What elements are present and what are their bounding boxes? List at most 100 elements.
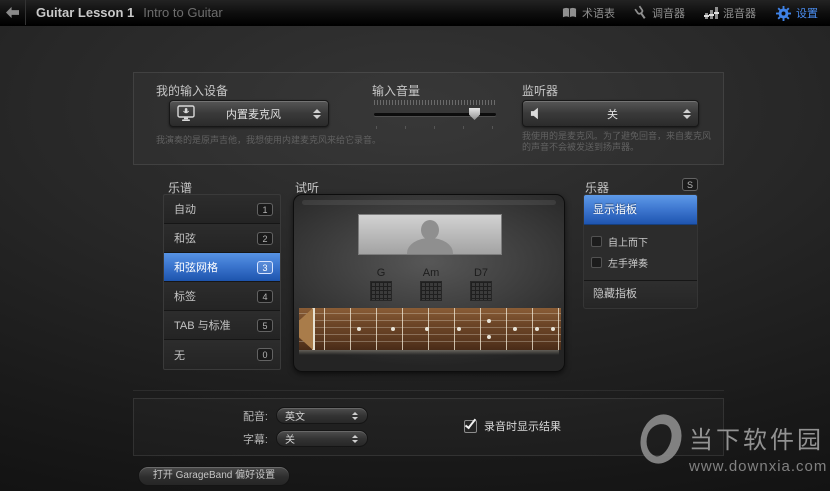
dropdown-arrows-icon bbox=[682, 108, 691, 119]
input-device-value: 内置麦克风 bbox=[226, 108, 281, 121]
subtitles-label: 字幕: bbox=[242, 433, 268, 446]
builtin-mic-icon bbox=[177, 105, 195, 121]
monitor-label: 监听器 bbox=[522, 84, 559, 98]
glossary-label: 术语表 bbox=[582, 8, 615, 20]
settings-gear-icon bbox=[776, 5, 791, 21]
key-badge: 1 bbox=[257, 202, 273, 216]
fretboard-options: 自上而下 左手弹奏 bbox=[584, 225, 697, 281]
footer-options-section: 配音: 英文 字幕: 关 录音时显示结果 bbox=[133, 398, 724, 456]
chord-grid-icon bbox=[470, 281, 492, 301]
option-top-down[interactable]: 自上而下 bbox=[591, 231, 690, 252]
mixer-icon bbox=[704, 7, 719, 19]
chord-name: Am bbox=[422, 267, 440, 279]
top-down-checkbox[interactable] bbox=[591, 236, 602, 247]
option-label: 左手弹奏 bbox=[608, 259, 648, 270]
guitar-body-edge bbox=[299, 350, 559, 355]
voiceover-dropdown[interactable]: 英文 bbox=[276, 407, 368, 424]
notation-item-tab-standard[interactable]: TAB 与标准 5 bbox=[164, 311, 280, 340]
subtitles-value: 关 bbox=[285, 435, 295, 446]
option-label: 自上而下 bbox=[608, 238, 648, 249]
item-label: 和弦网格 bbox=[174, 262, 218, 274]
toolbar: 术语表 调音器 混音器 设置 bbox=[562, 0, 818, 26]
voiceover-value: 英文 bbox=[285, 412, 305, 423]
hide-fretboard-button[interactable]: 隐藏指板 bbox=[584, 281, 697, 308]
settings-button[interactable]: 设置 bbox=[776, 5, 818, 21]
chord-grid-icon bbox=[420, 281, 442, 301]
chord-grid-icon bbox=[370, 281, 392, 301]
back-button[interactable] bbox=[0, 0, 26, 25]
notation-item-chord-grids[interactable]: 和弦网格 3 bbox=[164, 253, 280, 282]
slider-subticks bbox=[376, 126, 498, 129]
key-badge: 2 bbox=[257, 231, 273, 245]
speaker-icon bbox=[530, 107, 538, 120]
notation-item-chords[interactable]: 和弦 2 bbox=[164, 224, 280, 253]
notation-item-none[interactable]: 无 0 bbox=[164, 340, 280, 369]
mixer-label: 混音器 bbox=[723, 8, 756, 20]
monitor-help: 我使用的是麦克风。为了避免回音，来自麦克风的声音不会被发送到扬声器。 bbox=[522, 131, 712, 152]
chord-name: G bbox=[376, 267, 386, 279]
input-device-dropdown[interactable]: 内置麦克风 bbox=[169, 100, 329, 127]
voiceover-label: 配音: bbox=[242, 410, 268, 423]
dropdown-arrows-icon bbox=[312, 108, 321, 119]
instrument-panel: 显示指板 自上而下 左手弹奏 隐藏指板 bbox=[583, 194, 698, 309]
key-badge: 0 bbox=[257, 348, 273, 361]
notation-item-tab[interactable]: 标签 4 bbox=[164, 282, 280, 311]
chord-display: G bbox=[364, 267, 398, 301]
back-arrow-icon bbox=[6, 6, 19, 19]
chord-display: Am bbox=[414, 267, 448, 301]
glossary-book-icon bbox=[562, 7, 577, 18]
slider-ticks bbox=[374, 100, 496, 105]
input-device-label: 我的输入设备 bbox=[156, 84, 229, 98]
glossary-button[interactable]: 术语表 bbox=[562, 5, 615, 21]
lesson-preview-panel: G Am D7 bbox=[293, 194, 565, 372]
record-results-checkbox[interactable] bbox=[464, 416, 477, 433]
input-device-help: 我演奏的是原声吉他，我想使用内建麦克风来给它录音。 bbox=[156, 135, 382, 145]
dropdown-arrows-icon bbox=[350, 411, 359, 420]
option-left-handed[interactable]: 左手弹奏 bbox=[591, 252, 690, 273]
subtitles-dropdown[interactable]: 关 bbox=[276, 430, 368, 447]
garageband-lesson-settings-window: Guitar Lesson 1 Intro to Guitar 术语表 调音器 bbox=[0, 0, 830, 491]
preview-gloss bbox=[302, 200, 556, 205]
show-fretboard-button[interactable]: 显示指板 bbox=[584, 195, 697, 225]
notation-item-automatic[interactable]: 自动 1 bbox=[164, 195, 280, 224]
left-handed-checkbox[interactable] bbox=[591, 257, 602, 268]
key-badge: 5 bbox=[257, 318, 273, 332]
input-setup-section: 我的输入设备 内置麦克风 我演奏的是原声吉他，我想使用内建麦克风来给它录音。 输… bbox=[133, 72, 724, 165]
guitar-fretboard bbox=[299, 308, 561, 350]
input-volume-slider[interactable] bbox=[374, 100, 498, 130]
slider-thumb[interactable] bbox=[469, 108, 481, 120]
key-badge: 4 bbox=[257, 289, 273, 303]
tuner-fork-icon bbox=[634, 5, 646, 19]
dropdown-arrows-icon bbox=[350, 434, 359, 443]
item-label: 自动 bbox=[174, 204, 196, 216]
key-badge: 3 bbox=[257, 260, 273, 274]
show-results-while-recording[interactable]: 录音时显示结果 bbox=[464, 416, 561, 434]
item-label: 无 bbox=[174, 349, 185, 362]
watermark-site-name: 当下软件园 bbox=[689, 427, 824, 454]
downxia-logo-icon bbox=[634, 409, 688, 469]
watermark-site-url: www.downxia.com bbox=[689, 458, 828, 475]
settings-label: 设置 bbox=[796, 8, 818, 20]
watermark: 当下软件园 www.downxia.com bbox=[634, 409, 828, 475]
tuner-button[interactable]: 调音器 bbox=[634, 5, 685, 21]
item-label: 和弦 bbox=[174, 233, 196, 245]
lesson-title: Guitar Lesson 1 bbox=[36, 5, 135, 20]
record-checkbox-label: 录音时显示结果 bbox=[484, 421, 561, 433]
titlebar: Guitar Lesson 1 Intro to Guitar 术语表 调音器 bbox=[0, 0, 830, 26]
person-silhouette-icon bbox=[421, 220, 439, 240]
chord-name: D7 bbox=[473, 267, 489, 279]
item-label: 标签 bbox=[174, 291, 196, 303]
section-divider bbox=[133, 390, 724, 391]
monitor-value: 关 bbox=[607, 108, 618, 121]
open-garageband-preferences-button[interactable]: 打开 GarageBand 偏好设置 bbox=[138, 466, 290, 486]
item-label: TAB 与标准 bbox=[174, 320, 231, 332]
notation-list: 自动 1 和弦 2 和弦网格 3 标签 4 TAB 与标准 5 无 0 bbox=[163, 194, 281, 370]
instrument-key-badge: S bbox=[682, 178, 698, 191]
tuner-label: 调音器 bbox=[652, 8, 685, 20]
teacher-video-placeholder bbox=[358, 214, 502, 255]
monitor-dropdown[interactable]: 关 bbox=[522, 100, 699, 127]
check-icon bbox=[464, 416, 477, 429]
input-volume-label: 输入音量 bbox=[372, 84, 421, 98]
mixer-button[interactable]: 混音器 bbox=[704, 5, 756, 21]
lesson-subtitle: Intro to Guitar bbox=[143, 5, 223, 20]
